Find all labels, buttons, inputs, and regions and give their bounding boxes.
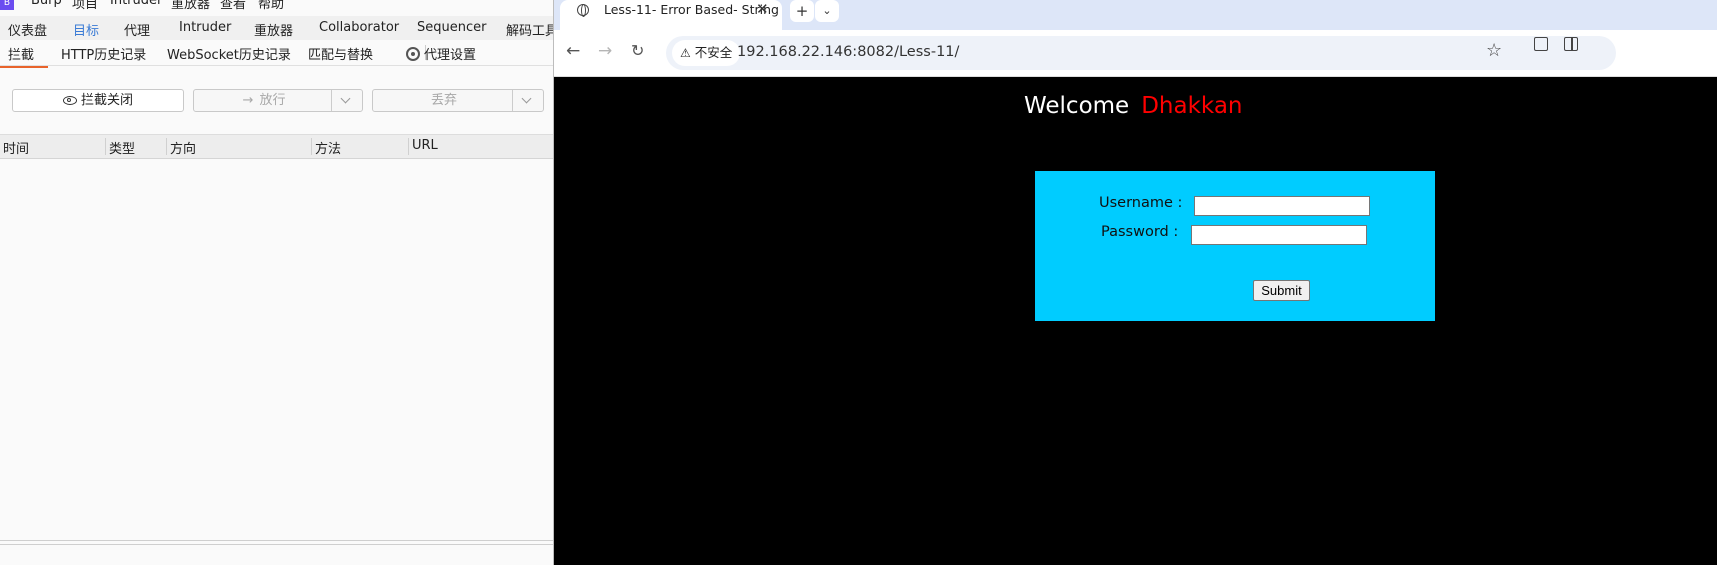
tab-close-icon[interactable]: ✕	[756, 0, 769, 18]
url-text[interactable]: 192.168.22.146:8082/Less-11/	[737, 44, 959, 60]
intercept-table-header: 时间 类型 方向 方法 URL	[0, 134, 553, 159]
intercept-toggle-button[interactable]: 拦截关闭	[12, 89, 184, 112]
bookmark-star-icon[interactable]: ☆	[1486, 40, 1502, 61]
welcome-heading: Welcome Dhakkan	[1024, 93, 1243, 119]
extensions-icon[interactable]	[1534, 37, 1548, 51]
tab-title: Less-11- Error Based- String	[604, 2, 779, 17]
tab-websocket-history[interactable]: WebSocket历史记录	[167, 44, 291, 63]
intercept-toggle-label: 拦截关闭	[80, 93, 133, 108]
burp-panel: B Burp 项目 Intruder 重放器 查看 帮助 仪表盘 目标 代理 I…	[0, 0, 553, 565]
menu-project[interactable]: 项目	[72, 0, 98, 12]
address-bar[interactable]: ⚠ 不安全 192.168.22.146:8082/Less-11/ ☆	[666, 36, 1616, 70]
drop-label: 丢弃	[430, 93, 457, 108]
submit-button[interactable]: Submit	[1253, 280, 1310, 301]
forward-button[interactable]: → 放行	[193, 89, 363, 112]
browser-toolbar: ← → ↻ ⚠ 不安全 192.168.22.146:8082/Less-11/ …	[554, 30, 1717, 77]
browser-tab[interactable]: Less-11- Error Based- String ✕	[560, 0, 782, 30]
tab-proxy-settings[interactable]: 代理设置	[406, 44, 476, 63]
burp-menubar: B Burp 项目 Intruder 重放器 查看 帮助	[0, 0, 553, 12]
username-input[interactable]	[1194, 196, 1370, 216]
menu-intruder[interactable]: Intruder	[110, 0, 162, 8]
col-type[interactable]: 类型	[105, 138, 165, 157]
burp-logo-icon: B	[0, 0, 14, 10]
tab-sequencer[interactable]: Sequencer	[417, 20, 486, 35]
globe-icon	[577, 4, 589, 17]
security-label: 不安全	[694, 45, 733, 60]
arrow-right-icon: →	[242, 93, 254, 108]
menu-help[interactable]: 帮助	[258, 0, 284, 12]
back-arrow-icon[interactable]: ←	[566, 41, 580, 61]
welcome-text: Welcome	[1024, 93, 1130, 119]
welcome-name: Dhakkan	[1141, 93, 1243, 119]
reload-icon[interactable]: ↻	[631, 41, 644, 60]
drop-dropdown-chevron-icon[interactable]	[512, 90, 543, 111]
col-url[interactable]: URL	[408, 138, 552, 155]
split-pane-handle[interactable]	[0, 540, 553, 545]
menu-burp[interactable]: Burp	[31, 0, 62, 8]
login-form: Username : Password : Submit	[1035, 171, 1435, 321]
warning-icon: ⚠	[680, 46, 691, 60]
tab-decoder[interactable]: 解码工具	[506, 20, 553, 39]
tab-match-replace[interactable]: 匹配与替换	[308, 44, 373, 63]
username-label: Username :	[1099, 195, 1183, 211]
tab-search-chevron-icon[interactable]: ⌄	[815, 0, 839, 22]
menu-view[interactable]: 查看	[220, 0, 246, 12]
drop-button[interactable]: 丢弃	[372, 89, 544, 112]
tab-target[interactable]: 目标	[73, 20, 99, 39]
tab-intruder[interactable]: Intruder	[179, 20, 231, 35]
forward-label: 放行	[259, 93, 286, 108]
forward-dropdown-chevron-icon[interactable]	[331, 90, 362, 111]
browser-window: Less-11- Error Based- String ✕ + ⌄ ← → ↻…	[554, 0, 1717, 565]
burp-main-tabs: 仪表盘 目标 代理 Intruder 重放器 Collaborator Sequ…	[0, 16, 553, 43]
site-security-chip[interactable]: ⚠ 不安全	[672, 40, 741, 66]
new-tab-button[interactable]: +	[790, 0, 814, 22]
password-label: Password :	[1101, 224, 1179, 240]
browser-tabstrip: Less-11- Error Based- String ✕ + ⌄	[554, 0, 1717, 30]
gear-icon	[406, 47, 420, 61]
password-input[interactable]	[1191, 225, 1367, 245]
col-method[interactable]: 方法	[311, 138, 407, 157]
proxy-settings-label: 代理设置	[424, 48, 477, 63]
tab-intercept[interactable]: 拦截	[0, 44, 49, 68]
menu-repeater[interactable]: 重放器	[171, 0, 210, 12]
col-time[interactable]: 时间	[0, 138, 103, 157]
col-direction[interactable]: 方向	[166, 138, 310, 157]
proxy-sub-tabs: 拦截 HTTP历史记录 WebSocket历史记录 匹配与替换 代理设置	[0, 40, 553, 68]
tab-collaborator[interactable]: Collaborator	[319, 20, 399, 35]
forward-arrow-icon[interactable]: →	[598, 41, 612, 61]
side-panel-icon[interactable]	[1564, 37, 1578, 51]
eye-icon	[62, 96, 77, 105]
tab-http-history[interactable]: HTTP历史记录	[61, 44, 146, 63]
tab-dashboard[interactable]: 仪表盘	[8, 20, 47, 39]
tab-repeater[interactable]: 重放器	[254, 20, 293, 39]
